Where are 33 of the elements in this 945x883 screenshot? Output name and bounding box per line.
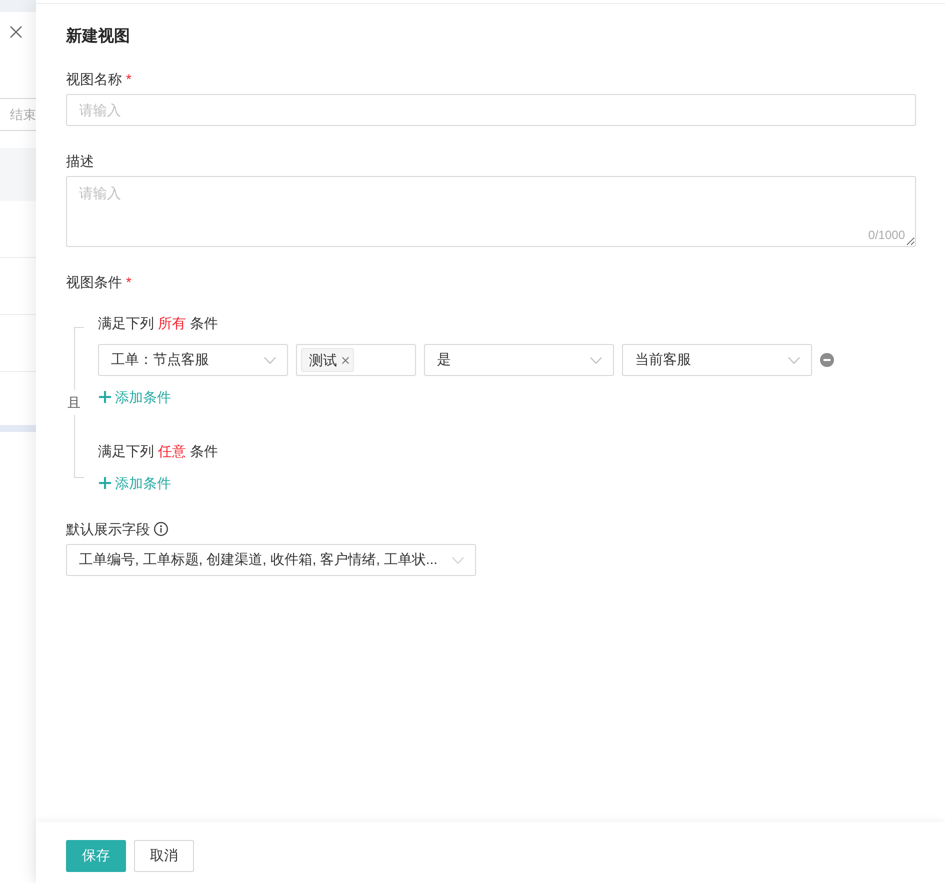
plus-icon xyxy=(99,391,111,403)
name-input[interactable]: 请输入 xyxy=(66,94,916,126)
field-label: 视图条件 xyxy=(66,273,122,292)
minus-circle-icon[interactable] xyxy=(820,353,834,367)
cancel-button[interactable]: 取消 xyxy=(134,840,194,872)
chevron-down-icon xyxy=(452,556,464,564)
display-fields-select[interactable]: 工单编号, 工单标题, 创建渠道, 收件箱, 客户情绪, 工单状... xyxy=(66,544,476,576)
horizontal-scrollbar xyxy=(0,425,36,432)
chevron-down-icon xyxy=(264,356,276,364)
field-label: 描述 xyxy=(66,152,94,171)
required-mark: * xyxy=(126,70,132,89)
close-icon[interactable] xyxy=(10,26,22,38)
operator-select[interactable]: 是 xyxy=(424,344,614,376)
group-heading: 满足下列 任意 条件 xyxy=(98,442,218,461)
field-label: 视图名称 xyxy=(66,70,122,89)
character-count: 0/1000 xyxy=(868,227,905,243)
tag-label: 测试 xyxy=(309,351,337,370)
required-mark: * xyxy=(126,273,132,292)
logic-connector: 且 xyxy=(66,394,82,412)
value-tag-input[interactable]: 测试 xyxy=(296,344,416,376)
bracket-line xyxy=(74,415,84,478)
drawer-title: 新建视图 xyxy=(66,26,130,47)
plus-icon xyxy=(99,477,111,489)
group-heading: 满足下列 所有 条件 xyxy=(98,314,218,333)
info-icon[interactable] xyxy=(154,522,168,536)
chevron-down-icon xyxy=(590,356,602,364)
bracket-line xyxy=(74,327,84,390)
tag-close-icon[interactable] xyxy=(342,356,349,364)
value-select[interactable]: 当前客服 xyxy=(622,344,812,376)
field-select[interactable]: 工单：节点客服 xyxy=(98,344,288,376)
field-label: 默认展示字段 xyxy=(66,520,150,539)
end-input[interactable]: 结束 xyxy=(0,98,36,131)
chevron-down-icon xyxy=(788,356,800,364)
